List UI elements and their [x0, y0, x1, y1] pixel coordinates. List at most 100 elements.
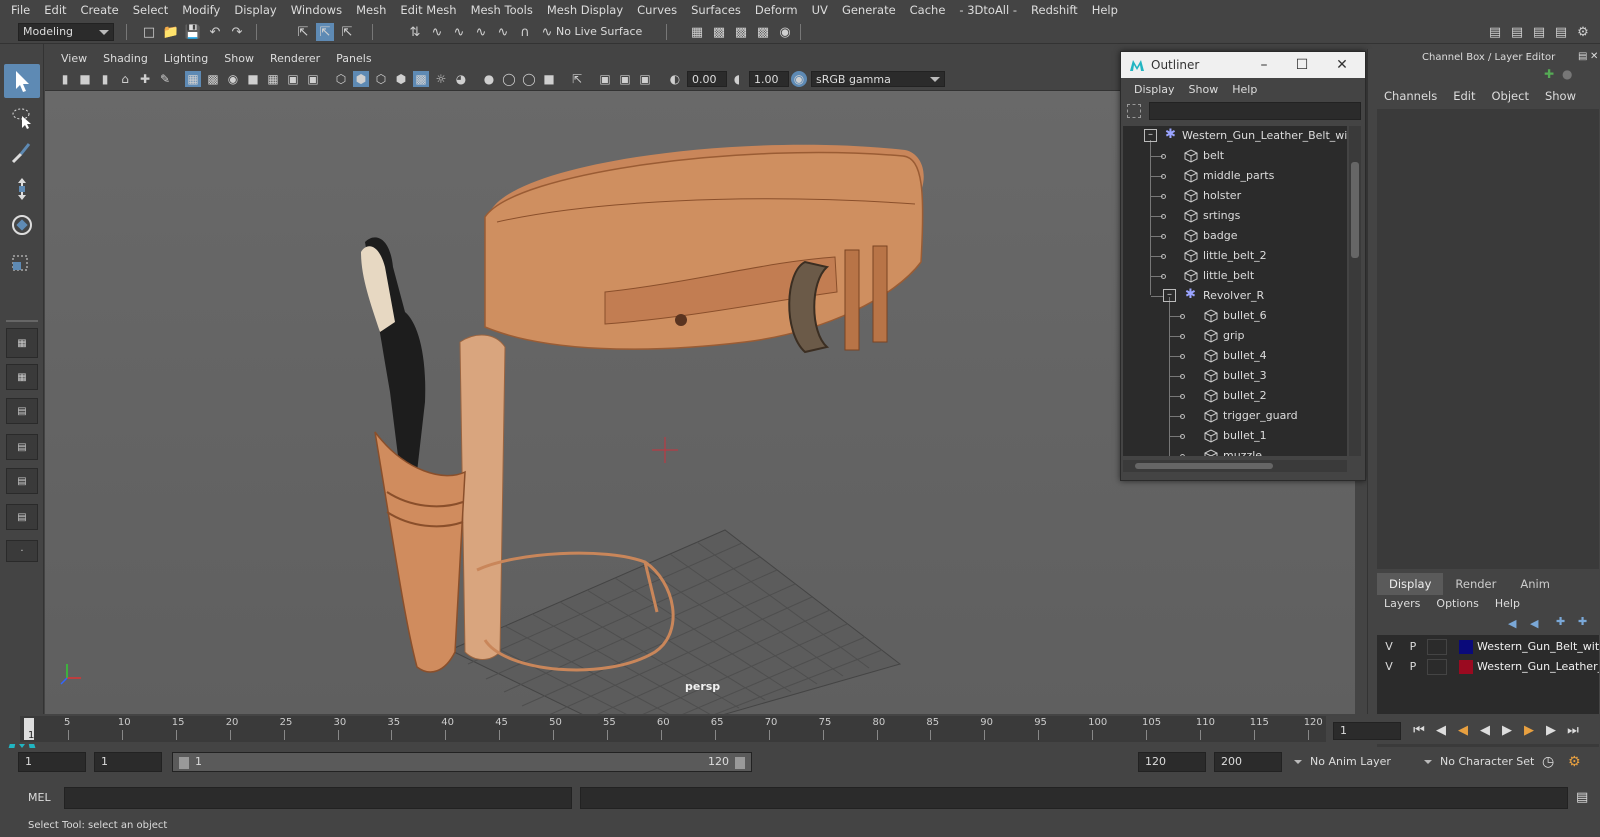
outliner-persp-layout-icon[interactable]: ▤ [6, 504, 38, 530]
grease-pencil-icon[interactable]: ✎ [157, 71, 173, 87]
layer-visibility-toggle[interactable]: V [1379, 659, 1399, 675]
menu-windows[interactable]: Windows [284, 3, 349, 17]
gamma-field[interactable]: 1.00 [749, 71, 789, 87]
filter-icon[interactable] [1127, 104, 1141, 118]
menu-display[interactable]: Display [227, 3, 283, 17]
paint-select-tool-icon[interactable] [4, 136, 40, 170]
persp-graph-layout-icon[interactable]: ▤ [6, 434, 38, 460]
animation-preferences-icon[interactable]: ⚙ [1568, 754, 1581, 770]
field-chart-icon[interactable]: ▦ [265, 71, 281, 87]
default-material-icon[interactable]: ⬢ [393, 71, 409, 87]
outliner-row[interactable]: bullet_2 [1123, 386, 1347, 406]
channel-box-toggle-icon[interactable]: ▤ [1552, 23, 1570, 41]
snap-grid-icon[interactable]: ⇅ [406, 23, 424, 41]
layer-playback-toggle[interactable]: P [1403, 659, 1423, 675]
outliner-menu-show[interactable]: Show [1182, 83, 1226, 96]
tab-display[interactable]: Display [1377, 573, 1444, 595]
menu-generate[interactable]: Generate [835, 3, 903, 17]
outliner-titlebar[interactable]: Outliner – ☐ ✕ [1121, 52, 1365, 78]
step-back-key-icon[interactable]: ◀ [1454, 722, 1472, 740]
depth-of-field-icon[interactable]: ■ [541, 71, 557, 87]
outliner-search-input[interactable] [1149, 102, 1361, 120]
float-icon[interactable]: ▤ [1578, 51, 1587, 62]
outliner-menu-help[interactable]: Help [1225, 83, 1264, 96]
more-layouts-icon[interactable]: · [6, 540, 38, 562]
grid-toggle-icon[interactable]: ▦ [185, 71, 201, 87]
safe-action-icon[interactable]: ▣ [285, 71, 301, 87]
save-scene-icon[interactable]: 💾 [184, 23, 202, 41]
channel-key-icon[interactable]: ✚ [1544, 67, 1554, 81]
render-frame-icon[interactable]: ▩ [710, 23, 728, 41]
outliner-vertical-scrollbar[interactable] [1349, 126, 1361, 456]
auto-key-icon[interactable]: ◷ [1542, 754, 1554, 770]
close-icon[interactable]: ✕ [1590, 51, 1598, 62]
outliner-row[interactable]: – ✱ Western_Gun_Leather_Belt_with [1123, 126, 1347, 146]
menu-curves[interactable]: Curves [630, 3, 684, 17]
xray-joints-icon[interactable]: ▣ [617, 71, 633, 87]
viewport-menu-lighting[interactable]: Lighting [156, 52, 216, 65]
redo-icon[interactable]: ↷ [228, 23, 246, 41]
scale-tool-icon[interactable] [4, 244, 40, 278]
move-tool-icon[interactable] [4, 172, 40, 206]
settings-icon[interactable]: ⚙ [1574, 23, 1592, 41]
snap-point-icon[interactable]: ∿ [450, 23, 468, 41]
layer-row[interactable]: V P Western_Gun_Belt_with_ [1377, 637, 1599, 657]
outliner-row[interactable]: muzzle [1123, 446, 1347, 456]
ipr-render-icon[interactable]: ▩ [732, 23, 750, 41]
play-forwards-icon[interactable]: ▶ [1498, 722, 1516, 740]
outliner-horizontal-scrollbar[interactable] [1123, 460, 1347, 472]
single-perspective-layout-icon[interactable]: ▦ [6, 328, 38, 358]
menu-modify[interactable]: Modify [175, 3, 227, 17]
wireframe-on-shaded-icon[interactable]: ⬡ [373, 71, 389, 87]
options-menu[interactable]: Options [1428, 597, 1486, 610]
outliner-row[interactable]: bullet_1 [1123, 426, 1347, 446]
gate-mask-icon[interactable]: ■ [245, 71, 261, 87]
smooth-shade-icon[interactable]: ⬢ [353, 71, 369, 87]
object-menu[interactable]: Object [1484, 89, 1537, 107]
outliner-tree[interactable]: – ✱ Western_Gun_Leather_Belt_with belt m… [1123, 126, 1347, 456]
menu-surfaces[interactable]: Surfaces [684, 3, 748, 17]
menu-3dtoall[interactable]: - 3DtoAll - [952, 3, 1024, 17]
scrollbar-thumb[interactable] [1135, 463, 1273, 469]
menu-deform[interactable]: Deform [748, 3, 805, 17]
select-hierarchy-icon[interactable]: ⇱ [294, 23, 312, 41]
menu-edit[interactable]: Edit [37, 3, 73, 17]
edit-menu[interactable]: Edit [1445, 89, 1483, 107]
layer-visibility-toggle[interactable]: V [1379, 639, 1399, 655]
select-object-icon[interactable]: ⇱ [316, 23, 334, 41]
make-live-icon[interactable]: ∿ [538, 23, 556, 41]
viewport-menu-renderer[interactable]: Renderer [262, 52, 328, 65]
outliner-row[interactable]: little_belt_2 [1123, 246, 1347, 266]
playback-start-field[interactable]: 1 [94, 752, 162, 772]
layer-type-toggle[interactable] [1427, 659, 1447, 675]
menu-mesh-display[interactable]: Mesh Display [540, 3, 630, 17]
menu-uv[interactable]: UV [805, 3, 835, 17]
new-layer-selected-icon[interactable]: ✚ [1578, 615, 1587, 628]
snap-curve-icon[interactable]: ∿ [428, 23, 446, 41]
render-settings-icon[interactable]: ▩ [754, 23, 772, 41]
snap-live-icon[interactable]: ∿ [494, 23, 512, 41]
modeling-toolkit-icon[interactable]: ▤ [1486, 23, 1504, 41]
tool-settings-icon[interactable]: ▤ [1530, 23, 1548, 41]
script-language-toggle[interactable]: MEL [28, 791, 51, 804]
tab-anim[interactable]: Anim [1508, 573, 1562, 595]
range-end-handle[interactable] [735, 757, 745, 769]
menu-set-dropdown[interactable]: Modeling [18, 23, 114, 41]
magnet-icon[interactable]: ∩ [516, 23, 534, 41]
outliner-row[interactable]: belt [1123, 146, 1347, 166]
outliner-row[interactable]: srtings [1123, 206, 1347, 226]
layer-color-swatch[interactable] [1459, 640, 1473, 654]
menu-select[interactable]: Select [126, 3, 175, 17]
bookmark-icon[interactable]: ▮ [97, 71, 113, 87]
move-layer-up-icon[interactable]: ◀ [1508, 617, 1516, 630]
command-input[interactable] [64, 787, 572, 809]
range-start-handle[interactable] [179, 757, 189, 769]
anti-aliasing-icon[interactable]: ◯ [521, 71, 537, 87]
collapse-icon[interactable]: – [1144, 129, 1157, 142]
menu-help[interactable]: Help [1085, 3, 1125, 17]
shadows-icon[interactable]: ◕ [453, 71, 469, 87]
layer-type-toggle[interactable] [1427, 639, 1447, 655]
scene-start-field[interactable]: 1 [18, 752, 86, 772]
safe-title-icon[interactable]: ▣ [305, 71, 321, 87]
range-slider[interactable]: 1 120 [172, 752, 752, 772]
